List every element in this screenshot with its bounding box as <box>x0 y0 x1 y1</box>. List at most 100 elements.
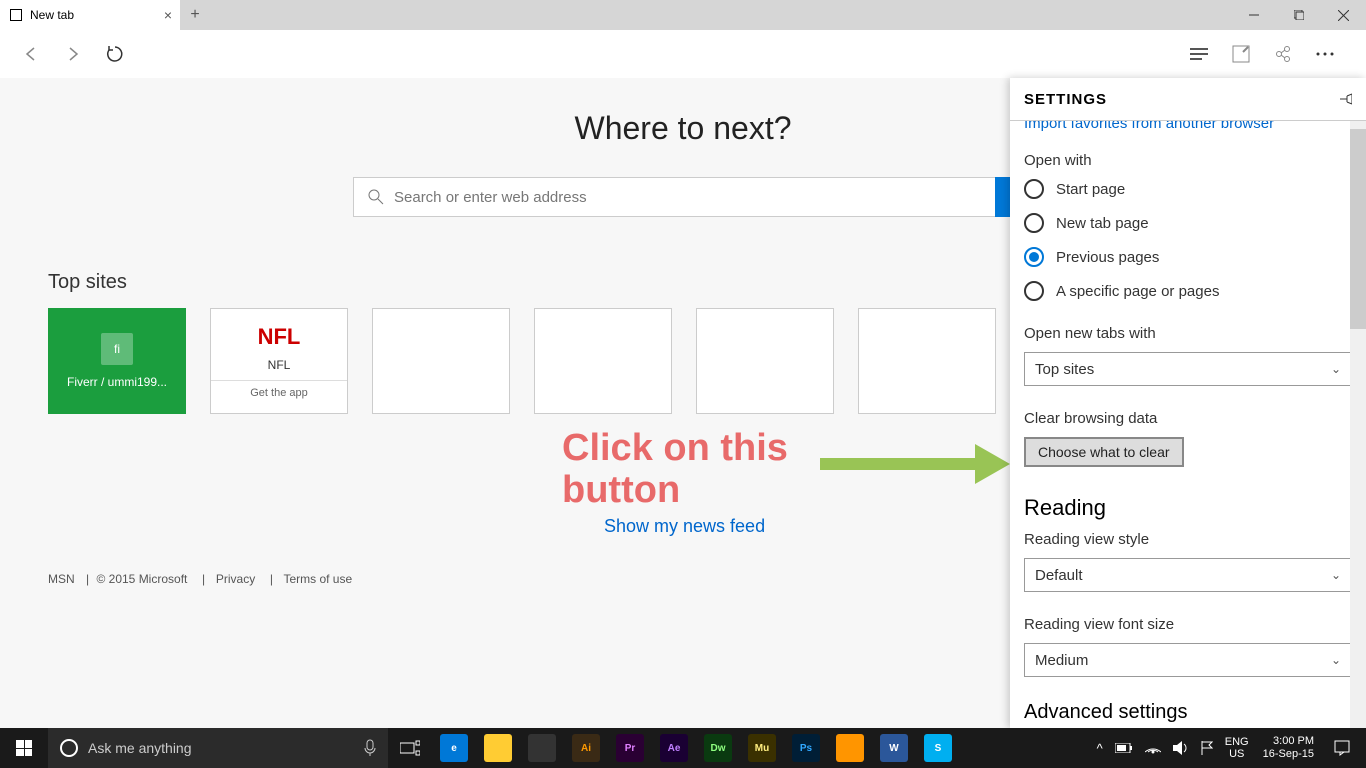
tray-language[interactable]: ENGUS <box>1219 736 1255 760</box>
tab-close-icon[interactable]: × <box>164 7 172 23</box>
taskbar-app-firefox[interactable] <box>828 728 872 768</box>
radio-icon <box>1024 179 1044 199</box>
tray-network-icon[interactable] <box>1139 742 1167 754</box>
start-button[interactable] <box>0 728 48 768</box>
open-with-new-tab[interactable]: New tab page <box>1024 213 1352 233</box>
fiverr-icon: fi <box>101 333 133 365</box>
top-site-tile-empty[interactable] <box>696 308 834 414</box>
clear-browsing-label: Clear browsing data <box>1024 410 1352 427</box>
footer-copyright: © 2015 Microsoft <box>96 572 187 586</box>
open-with-start-page[interactable]: Start page <box>1024 179 1352 199</box>
explorer-icon <box>484 734 512 762</box>
window-close-button[interactable] <box>1321 0 1366 30</box>
search-input[interactable] <box>394 189 998 206</box>
taskbar-app-ai[interactable]: Ai <box>564 728 608 768</box>
tray-volume-icon[interactable] <box>1167 741 1195 755</box>
top-site-tile-empty[interactable] <box>858 308 996 414</box>
taskbar-app-explorer[interactable] <box>476 728 520 768</box>
top-site-tile[interactable]: fi Fiverr / ummi199... <box>48 308 186 414</box>
edge-icon: e <box>440 734 468 762</box>
ps-icon: Ps <box>792 734 820 762</box>
firefox-icon <box>836 734 864 762</box>
pr-icon: Pr <box>616 734 644 762</box>
refresh-button[interactable] <box>99 38 131 70</box>
choose-what-to-clear-button[interactable]: Choose what to clear <box>1024 437 1184 467</box>
mu-icon: Mu <box>748 734 776 762</box>
more-button[interactable] <box>1309 38 1341 70</box>
settings-panel: SETTINGS Import favorites from another b… <box>1010 78 1366 728</box>
top-site-tile[interactable]: NFL NFL Get the app <box>210 308 348 414</box>
tab-page-icon <box>10 9 22 21</box>
taskbar-app-ae[interactable]: Ae <box>652 728 696 768</box>
taskbar-app-ps[interactable]: Ps <box>784 728 828 768</box>
search-box[interactable] <box>353 177 1013 217</box>
open-with-specific-page[interactable]: A specific page or pages <box>1024 281 1352 301</box>
reading-style-label: Reading view style <box>1024 531 1352 548</box>
titlebar: New tab × + <box>0 0 1366 30</box>
radio-icon <box>1024 281 1044 301</box>
cortana-icon <box>60 739 78 757</box>
browser-tab[interactable]: New tab × <box>0 0 180 30</box>
chevron-down-icon: ⌄ <box>1331 568 1341 582</box>
taskbar: Ask me anything e Ai Pr Ae Dw Mu Ps WS ^ ENGUS … <box>0 728 1366 768</box>
footer-privacy[interactable]: Privacy <box>216 572 255 586</box>
settings-header: SETTINGS <box>1010 78 1366 120</box>
window-maximize-button[interactable] <box>1276 0 1321 30</box>
share-button[interactable] <box>1267 38 1299 70</box>
new-tab-button[interactable]: + <box>180 0 210 30</box>
forward-button[interactable] <box>57 38 89 70</box>
import-favorites-link[interactable]: Import favorites from another browser <box>1024 120 1352 132</box>
taskbar-app-dw[interactable]: Dw <box>696 728 740 768</box>
reading-section-title: Reading <box>1024 495 1352 521</box>
pin-icon[interactable] <box>1338 92 1352 106</box>
reading-font-dropdown[interactable]: Medium ⌄ <box>1024 643 1352 677</box>
open-new-tabs-label: Open new tabs with <box>1024 325 1352 342</box>
tray-clock[interactable]: 3:00 PM16-Sep-15 <box>1255 735 1322 761</box>
taskbar-app-edge[interactable]: e <box>432 728 476 768</box>
reading-font-label: Reading view font size <box>1024 616 1352 633</box>
cortana-search[interactable]: Ask me anything <box>48 728 388 768</box>
ai-icon: Ai <box>572 734 600 762</box>
tile-subtext: Get the app <box>211 380 347 399</box>
tile-label: Fiverr / ummi199... <box>67 375 167 389</box>
top-site-tile-empty[interactable] <box>372 308 510 414</box>
hub-button[interactable] <box>1183 38 1215 70</box>
tray-battery-icon[interactable] <box>1109 743 1139 753</box>
footer-links: MSN | © 2015 Microsoft | Privacy | Terms… <box>48 572 356 586</box>
webnote-button[interactable] <box>1225 38 1257 70</box>
dw-icon: Dw <box>704 734 732 762</box>
scrollbar-thumb[interactable] <box>1350 129 1366 329</box>
taskbar-app-store[interactable] <box>520 728 564 768</box>
word-icon: W <box>880 734 908 762</box>
chevron-down-icon: ⌄ <box>1331 653 1341 667</box>
tray-chevron-icon[interactable]: ^ <box>1091 741 1109 756</box>
taskbar-app-mu[interactable]: Mu <box>740 728 784 768</box>
task-view-button[interactable] <box>388 728 432 768</box>
footer-terms[interactable]: Terms of use <box>283 572 352 586</box>
tab-title: New tab <box>30 8 74 22</box>
taskbar-app-pr[interactable]: Pr <box>608 728 652 768</box>
reading-style-dropdown[interactable]: Default ⌄ <box>1024 558 1352 592</box>
windows-icon <box>16 740 32 756</box>
toolbar <box>0 30 1366 78</box>
tile-label: NFL <box>268 358 291 372</box>
taskbar-app-word[interactable]: W <box>872 728 916 768</box>
skype-icon: S <box>924 734 952 762</box>
top-site-tile-empty[interactable] <box>534 308 672 414</box>
back-button[interactable] <box>15 38 47 70</box>
tray-notifications-icon[interactable] <box>1322 728 1362 768</box>
mic-icon[interactable] <box>364 739 376 757</box>
annotation-text: Click on thisbutton <box>562 428 788 512</box>
open-with-previous-pages[interactable]: Previous pages <box>1024 247 1352 267</box>
ae-icon: Ae <box>660 734 688 762</box>
system-tray: ^ ENGUS 3:00 PM16-Sep-15 <box>1091 728 1366 768</box>
show-news-feed-link[interactable]: Show my news feed <box>604 516 765 537</box>
cortana-placeholder: Ask me anything <box>88 740 192 756</box>
settings-title: SETTINGS <box>1024 91 1107 108</box>
open-new-tabs-dropdown[interactable]: Top sites ⌄ <box>1024 352 1352 386</box>
window-minimize-button[interactable] <box>1231 0 1276 30</box>
store-icon <box>528 734 556 762</box>
taskbar-app-skype[interactable]: S <box>916 728 960 768</box>
tray-flag-icon[interactable] <box>1195 741 1219 755</box>
footer-msn[interactable]: MSN <box>48 572 75 586</box>
